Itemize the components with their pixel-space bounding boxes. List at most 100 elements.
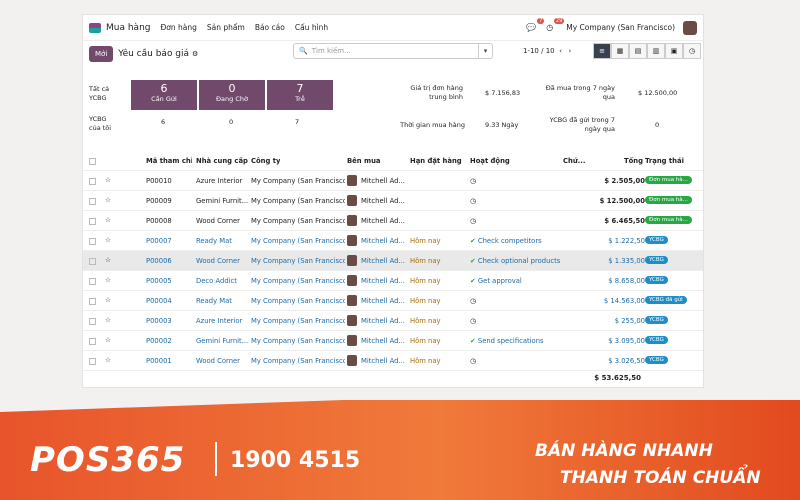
col-status[interactable]: Trạng thái xyxy=(645,157,684,165)
row-checkbox[interactable] xyxy=(89,278,96,285)
row-checkbox[interactable] xyxy=(89,178,96,185)
divider xyxy=(215,442,217,476)
row-total: $ 14.563,00 xyxy=(603,297,645,305)
menu-products[interactable]: Sản phẩm xyxy=(207,23,245,32)
col-ref[interactable]: Mã tham chi... xyxy=(146,157,192,165)
tile-to-send[interactable]: 6 Cần Gửi xyxy=(131,80,197,110)
star-icon[interactable]: ☆ xyxy=(105,316,111,324)
row-activity[interactable]: Check optional products xyxy=(478,257,560,265)
tile-late[interactable]: 7 Trễ xyxy=(267,80,333,110)
select-all-checkbox[interactable] xyxy=(89,158,96,165)
row-vendor: Azure Interior xyxy=(196,317,243,325)
clock-icon[interactable]: ◷ xyxy=(470,297,476,305)
star-icon[interactable]: ☆ xyxy=(105,196,111,204)
star-icon[interactable]: ☆ xyxy=(105,296,111,304)
col-source[interactable]: Chứ... xyxy=(563,157,585,165)
app-name[interactable]: Mua hàng xyxy=(106,23,150,33)
clock-icon[interactable]: ◷ xyxy=(470,177,476,185)
row-company: My Company (San Francisco) xyxy=(251,177,345,185)
table-row[interactable]: ☆ P00010 Azure Interior My Company (San Fra… xyxy=(83,171,703,191)
star-icon[interactable]: ☆ xyxy=(105,336,111,344)
kanban-view-icon[interactable]: ▦ xyxy=(611,43,629,59)
row-total: $ 1.222,50 xyxy=(608,237,645,245)
col-activity[interactable]: Hoạt động xyxy=(470,157,510,165)
new-button[interactable]: Mới xyxy=(89,46,114,62)
clock-icon[interactable]: ◷ xyxy=(470,217,476,225)
check-icon: ✔ xyxy=(470,277,476,285)
row-vendor: Gemini Furnit... xyxy=(196,337,248,345)
row-company: My Company (San Francisco) xyxy=(251,197,345,205)
bought-7d-label: Đã mua trong 7 ngày qua xyxy=(545,84,615,101)
clock-icon[interactable]: ◷ 29 xyxy=(546,17,565,33)
star-icon[interactable]: ☆ xyxy=(105,256,111,264)
rfq-table: Mã tham chi... Nhà cung cấp Công ty Bên … xyxy=(83,151,703,371)
menu-config[interactable]: Cấu hình xyxy=(295,23,328,32)
chat-icon[interactable]: 💬 7 xyxy=(526,17,545,33)
chevron-down-icon[interactable]: ▾ xyxy=(478,44,492,58)
table-row[interactable]: ☆ P00006 Wood Corner My Company (San Franci… xyxy=(83,251,703,271)
col-company[interactable]: Công ty xyxy=(251,157,280,165)
row-buyer: Mitchell Ad... xyxy=(361,297,405,305)
my-to-send[interactable]: 6 xyxy=(161,118,165,127)
row-checkbox[interactable] xyxy=(89,338,96,345)
row-activity[interactable]: Check competitors xyxy=(478,237,542,245)
prev-icon[interactable]: ‹ xyxy=(557,47,564,55)
calendar-view-icon[interactable]: ▣ xyxy=(665,43,683,59)
row-checkbox[interactable] xyxy=(89,298,96,305)
table-row[interactable]: ☆ P00004 Ready Mat My Company (San Francisc… xyxy=(83,291,703,311)
pager: 1-10 / 10 ‹ › xyxy=(523,47,571,55)
sent-7d-label: YCBG đã gửi trong 7 ngày qua xyxy=(549,116,615,133)
col-vendor[interactable]: Nhà cung cấp xyxy=(196,157,248,165)
star-icon[interactable]: ☆ xyxy=(105,176,111,184)
promo-banner: POS365 1900 4515 BÁN HÀNG NHANH THANH TO… xyxy=(0,400,800,500)
row-checkbox[interactable] xyxy=(89,318,96,325)
row-activity[interactable]: Get approval xyxy=(478,277,522,285)
star-icon[interactable]: ☆ xyxy=(105,276,111,284)
col-total[interactable]: Tổng xyxy=(624,157,643,165)
next-icon[interactable]: › xyxy=(566,47,572,55)
app-icon[interactable] xyxy=(89,22,101,33)
star-icon[interactable]: ☆ xyxy=(105,216,111,224)
my-waiting[interactable]: 0 xyxy=(229,118,233,127)
table-row[interactable]: ☆ P00003 Azure Interior My Company (San Fra… xyxy=(83,311,703,331)
row-checkbox[interactable] xyxy=(89,358,96,365)
gear-icon[interactable]: ⚙ xyxy=(192,50,198,58)
tile-waiting[interactable]: 0 Đang Chờ xyxy=(199,80,265,110)
table-row[interactable]: ☆ P00009 Gemini Furnit... My Company (San F… xyxy=(83,191,703,211)
row-checkbox[interactable] xyxy=(89,258,96,265)
clock-icon[interactable]: ◷ xyxy=(470,357,476,365)
search-input[interactable]: 🔍 Tìm kiếm... ▾ xyxy=(293,43,493,59)
my-rfq-label: YCBG của tôi xyxy=(89,115,112,132)
row-activity[interactable]: Send specifications xyxy=(478,337,544,345)
star-icon[interactable]: ☆ xyxy=(105,236,111,244)
activity-view-icon[interactable]: ◷ xyxy=(683,43,701,59)
menu-orders[interactable]: Đơn hàng xyxy=(160,23,196,32)
pivot-view-icon[interactable]: ▤ xyxy=(629,43,647,59)
table-row[interactable]: ☆ P00008 Wood Corner My Company (San Franci… xyxy=(83,211,703,231)
row-checkbox[interactable] xyxy=(89,198,96,205)
clock-icon[interactable]: ◷ xyxy=(470,317,476,325)
graph-view-icon[interactable]: ▥ xyxy=(647,43,665,59)
row-buyer: Mitchell Ad... xyxy=(361,217,405,225)
breadcrumb: Yêu cầu báo giá xyxy=(118,49,190,59)
row-checkbox[interactable] xyxy=(89,238,96,245)
menu-reports[interactable]: Báo cáo xyxy=(255,23,285,32)
list-view-icon[interactable]: ≡ xyxy=(593,43,611,59)
table-row[interactable]: ☆ P00007 Ready Mat My Company (San Francisc… xyxy=(83,231,703,251)
clock-icon[interactable]: ◷ xyxy=(470,197,476,205)
my-late[interactable]: 7 xyxy=(295,118,299,127)
status-badge: YCBG xyxy=(645,236,668,244)
row-checkbox[interactable] xyxy=(89,218,96,225)
table-row[interactable]: ☆ P00002 Gemini Furnit... My Company (San F… xyxy=(83,331,703,351)
row-total: $ 8.658,00 xyxy=(608,277,645,285)
status-badge: Đơn mua hà... xyxy=(645,196,692,204)
col-deadline[interactable]: Hạn đặt hàng xyxy=(410,157,462,165)
avatar[interactable] xyxy=(683,20,697,35)
avatar xyxy=(347,195,357,206)
table-row[interactable]: ☆ P00005 Deco Addict My Company (San Franci… xyxy=(83,271,703,291)
pager-value[interactable]: 1-10 / 10 xyxy=(523,47,555,55)
row-buyer: Mitchell Ad... xyxy=(361,337,405,345)
star-icon[interactable]: ☆ xyxy=(105,356,111,364)
company-switcher[interactable]: My Company (San Francisco) xyxy=(566,23,675,32)
col-buyer[interactable]: Bên mua xyxy=(347,157,381,165)
